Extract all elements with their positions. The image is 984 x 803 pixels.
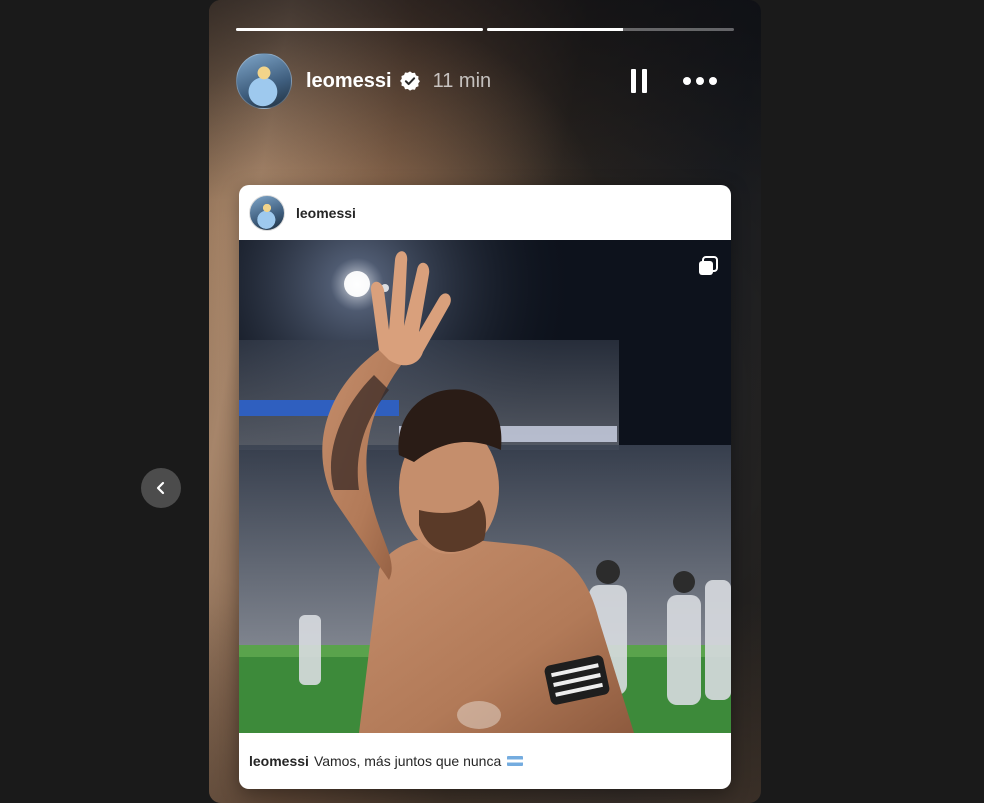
story-progress-bars [236, 28, 734, 32]
story-viewer: leomessi 11 min leomessi leomessi Vamos,… [209, 0, 761, 803]
avatar[interactable] [236, 53, 292, 109]
photo-illustration [239, 240, 731, 733]
argentina-flag-emoji [507, 756, 524, 766]
chevron-left-icon [156, 481, 165, 495]
progress-bar-2 [487, 28, 734, 31]
carousel-icon [699, 256, 718, 275]
shared-post-card[interactable]: leomessi leomessi Vamos, más juntos que … [239, 185, 731, 789]
caption-text: Vamos, más juntos que nunca [313, 753, 502, 769]
post-header: leomessi [239, 185, 731, 240]
caption-username[interactable]: leomessi [249, 753, 309, 769]
verified-badge-icon [399, 71, 420, 91]
story-username[interactable]: leomessi [306, 70, 392, 93]
post-caption: leomessi Vamos, más juntos que nunca [239, 733, 731, 789]
post-photo[interactable] [239, 240, 731, 733]
previous-story-button[interactable] [141, 468, 181, 508]
progress-bar-1 [236, 28, 483, 31]
pause-icon[interactable] [631, 69, 647, 93]
more-options-icon[interactable] [683, 77, 717, 85]
story-header: leomessi 11 min [236, 53, 734, 109]
post-avatar[interactable] [249, 194, 285, 231]
story-timestamp: 11 min [432, 69, 492, 92]
post-username[interactable]: leomessi [296, 205, 356, 221]
